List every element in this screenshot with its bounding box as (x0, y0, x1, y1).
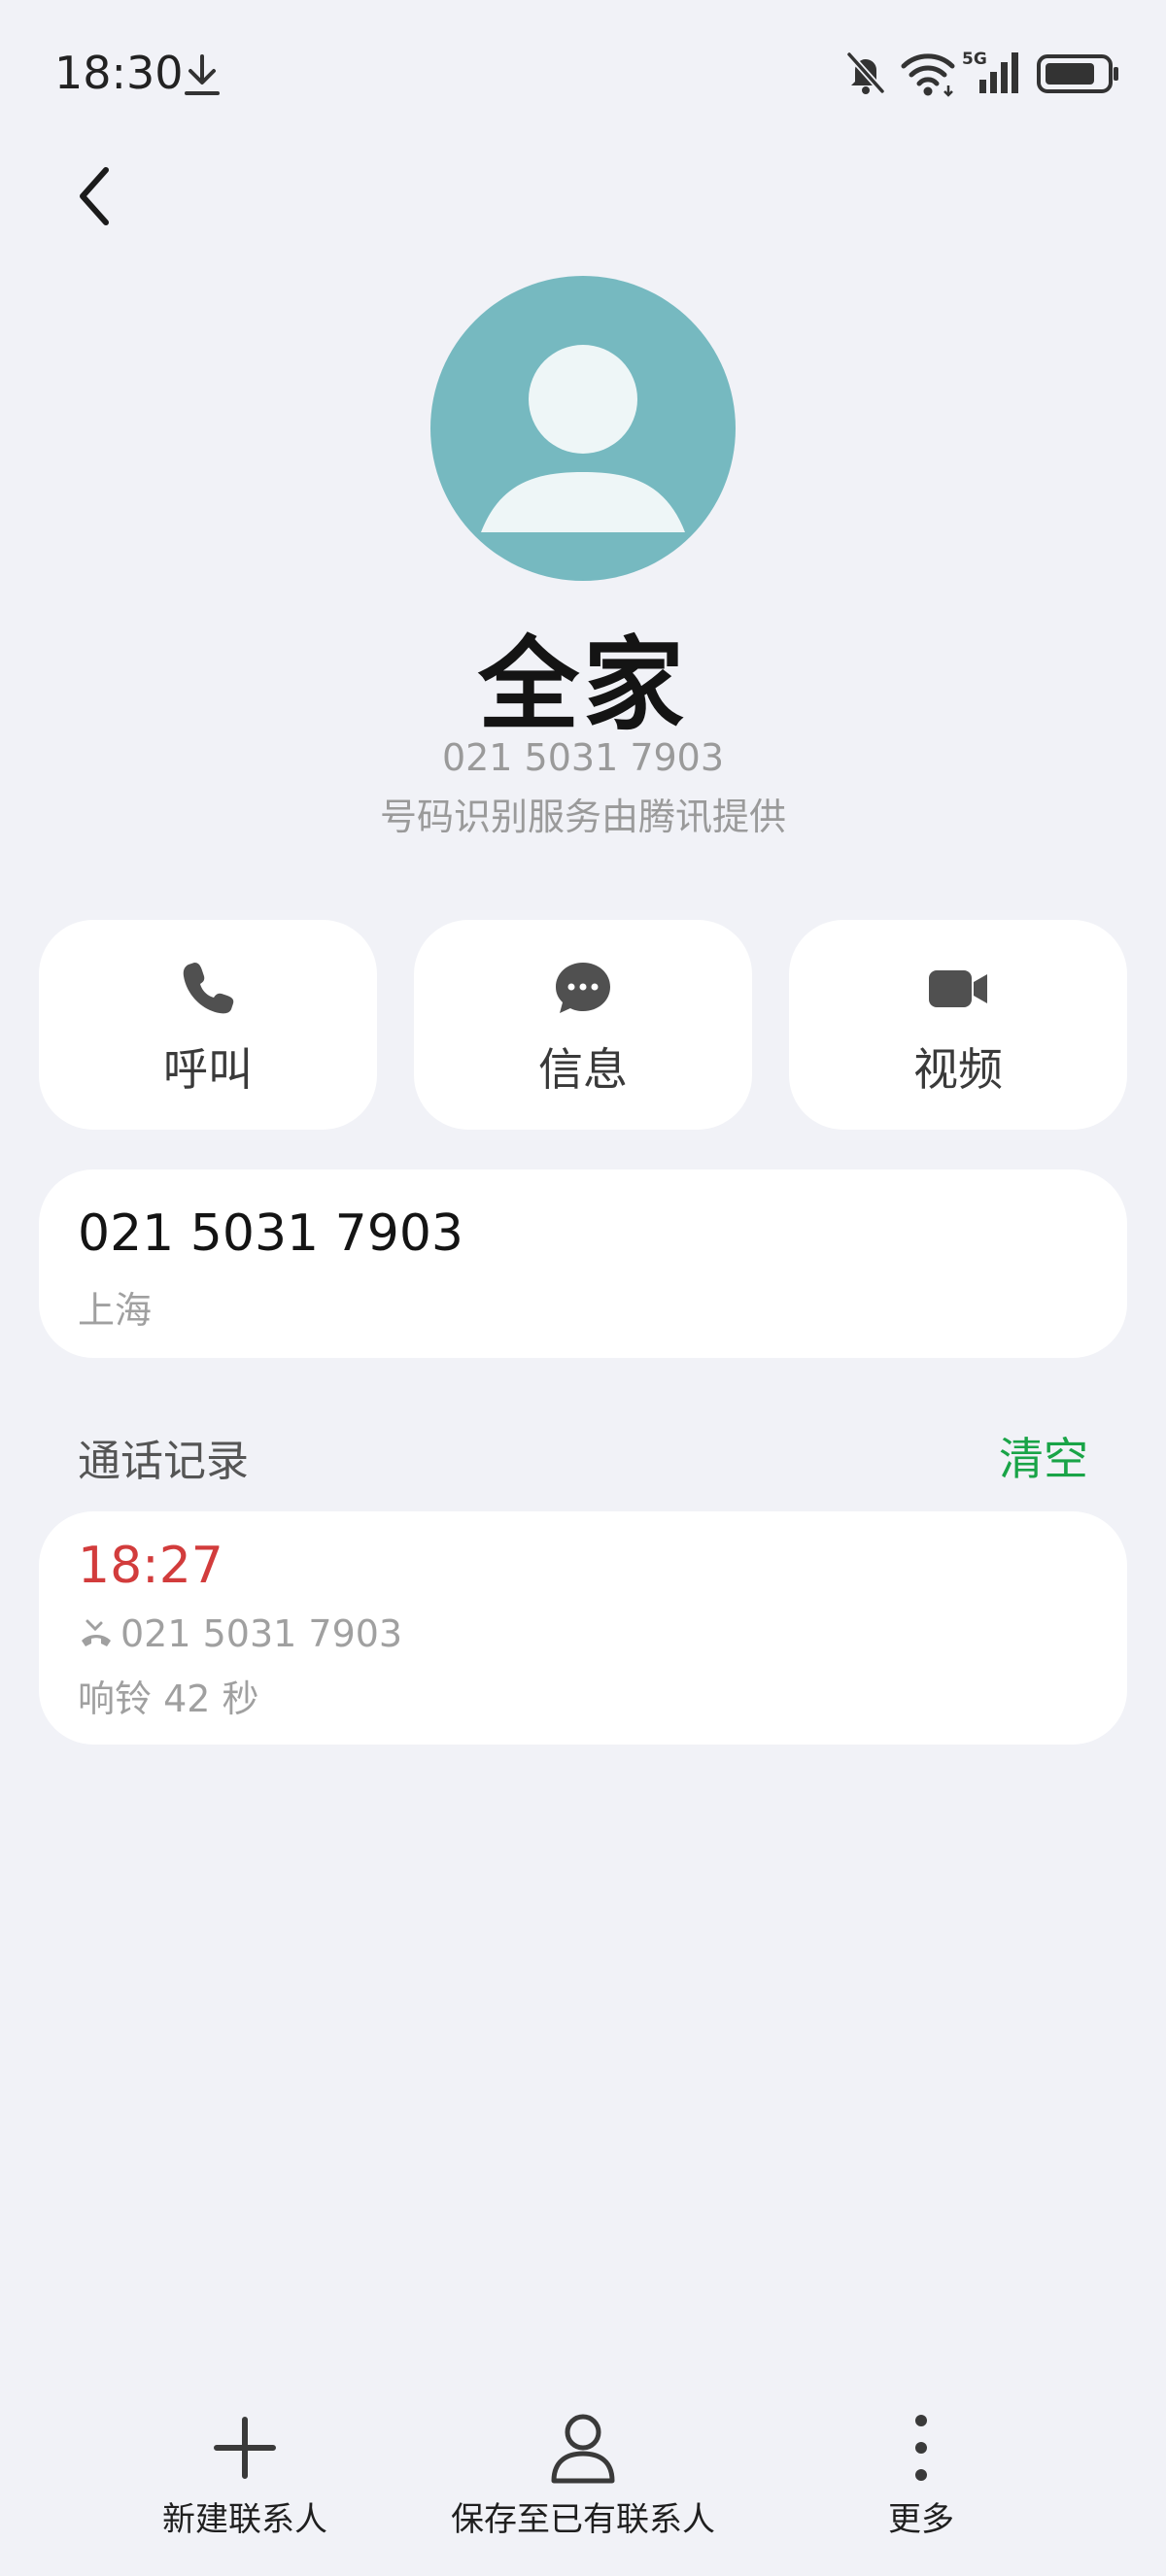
5g-signal-icon: 5G (962, 50, 1018, 93)
more-button[interactable]: 更多 (843, 2409, 999, 2545)
phone-number: 021 5031 7903 (78, 1204, 463, 1263)
video-label: 视频 (913, 1043, 1003, 1096)
video-icon (929, 970, 987, 1007)
plus-icon (214, 2417, 276, 2479)
save-to-existing-button[interactable]: 保存至已有联系人 (437, 2409, 729, 2545)
call-record-time: 18:27 (78, 1537, 223, 1595)
id-service-note: 号码识别服务由腾讯提供 (379, 796, 786, 838)
new-contact-label: 新建联系人 (162, 2500, 327, 2539)
missed-call-icon (82, 1619, 111, 1646)
person-icon (551, 2414, 615, 2484)
more-vertical-icon (915, 2415, 927, 2481)
more-label: 更多 (888, 2500, 954, 2539)
call-record-number-row: 021 5031 7903 (78, 1612, 402, 1655)
call-button[interactable]: 呼叫 (39, 920, 377, 1130)
contact-number: 021 5031 7903 (441, 736, 725, 779)
call-record-detail: 响铃 42 秒 (78, 1678, 259, 1720)
message-button[interactable]: 信息 (414, 920, 752, 1130)
number-card[interactable]: 021 5031 7903 上海 (39, 1169, 1127, 1358)
call-label: 呼叫 (163, 1043, 253, 1096)
status-bar: 18:30 5G (0, 0, 1166, 146)
phone-icon (183, 963, 234, 1014)
wifi-icon (901, 53, 955, 97)
message-label: 信息 (538, 1043, 628, 1096)
message-icon (556, 963, 610, 1013)
number-location: 上海 (78, 1289, 153, 1332)
signal-5g-label: 5G (962, 50, 987, 69)
clear-call-log-button[interactable]: 清空 (999, 1424, 1088, 1488)
person-silhouette-icon (481, 345, 685, 532)
contact-detail-screen: 18:30 5G 全家 021 5031 7903 号码识别服务由腾讯提供 呼叫… (0, 0, 1166, 2576)
download-icon (185, 54, 220, 95)
status-time: 18:30 (54, 47, 184, 99)
bell-off-icon (846, 51, 885, 94)
call-record[interactable]: 18:27 021 5031 7903 响铃 42 秒 (39, 1511, 1127, 1745)
avatar (430, 276, 736, 581)
chevron-left-icon (80, 167, 109, 225)
call-log-title: 通话记录 (78, 1437, 249, 1486)
back-button[interactable] (60, 157, 128, 235)
contact-name: 全家 (477, 626, 688, 744)
call-record-number: 021 5031 7903 (120, 1612, 403, 1655)
battery-icon (1037, 54, 1118, 93)
save-to-existing-label: 保存至已有联系人 (451, 2500, 715, 2539)
video-button[interactable]: 视频 (789, 920, 1127, 1130)
new-contact-button[interactable]: 新建联系人 (148, 2409, 342, 2545)
